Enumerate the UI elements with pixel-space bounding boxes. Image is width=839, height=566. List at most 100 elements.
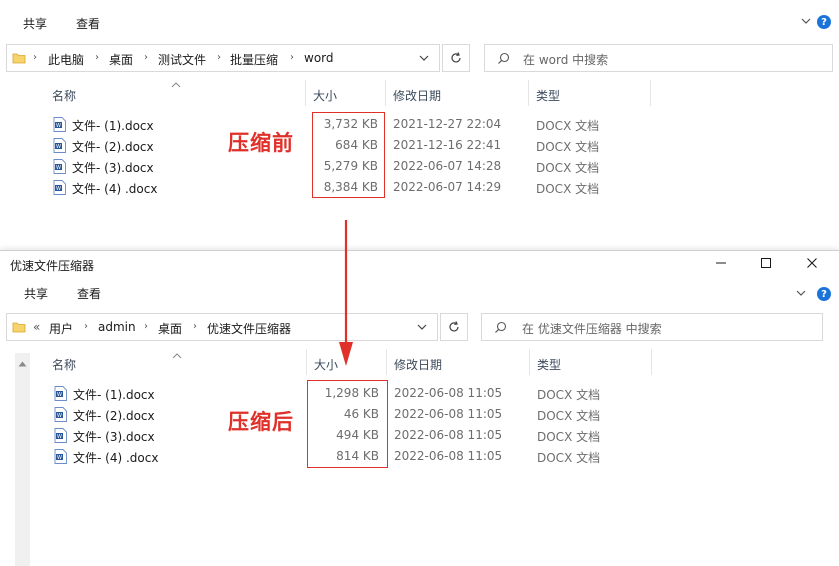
breadcrumb-compressor[interactable]: 优速文件压缩器 <box>207 320 291 337</box>
file-modified: 2021-12-16 22:41 <box>393 138 502 152</box>
refresh-icon <box>449 321 459 332</box>
file-name: 文件- (1).docx <box>72 119 154 133</box>
minimize-icon <box>716 262 726 264</box>
column-header-modified[interactable]: 修改日期 <box>393 87 441 104</box>
file-modified: 2022-06-08 11:05 <box>394 407 503 421</box>
word-document-icon: W <box>53 138 66 153</box>
svg-text:W: W <box>57 413 62 419</box>
close-button[interactable] <box>802 253 822 273</box>
svg-text:W: W <box>56 144 61 150</box>
svg-text:W: W <box>56 165 61 171</box>
file-modified: 2021-12-27 22:04 <box>393 117 502 131</box>
column-header-modified[interactable]: 修改日期 <box>394 356 442 373</box>
annotation-before: 压缩前 <box>228 131 294 155</box>
breadcrumb-users[interactable]: 用户 <box>49 320 73 337</box>
breadcrumb-word[interactable]: word <box>304 51 334 65</box>
navigation-pane-scrollbar[interactable] <box>15 353 30 566</box>
sort-ascending-icon <box>171 77 181 91</box>
file-name: 文件- (4) .docx <box>73 451 159 465</box>
address-bar[interactable]: « 用户 › admin › 桌面 › 优速文件压缩器 <box>6 313 438 341</box>
column-divider[interactable] <box>386 349 387 375</box>
window-title: 优速文件压缩器 <box>10 259 95 273</box>
refresh-button[interactable] <box>442 44 470 72</box>
ribbon-tab-share[interactable]: 共享 <box>24 285 48 302</box>
svg-text:W: W <box>57 455 62 461</box>
search-input[interactable]: 在 word 中搜索 <box>523 51 608 68</box>
breadcrumb-separator-icon: › <box>144 52 148 63</box>
breadcrumb-batch-compress[interactable]: 批量压缩 <box>230 51 278 68</box>
column-header-name[interactable]: 名称 <box>52 87 76 104</box>
column-header-size[interactable]: 大小 <box>313 87 337 104</box>
breadcrumb-separator-icon: › <box>193 321 197 332</box>
file-type: DOCX 文档 <box>537 388 601 402</box>
maximize-icon <box>761 258 771 268</box>
window-after: 优速文件压缩器 共享 查看 ? « 用户 › admin › 桌面 › 优速文件… <box>0 250 839 566</box>
file-name: 文件- (2).docx <box>73 409 155 423</box>
file-name: 文件- (3).docx <box>73 430 155 444</box>
address-bar[interactable]: › 此电脑 › 桌面 › 测试文件 › 批量压缩 › word <box>6 44 440 72</box>
file-name: 文件- (2).docx <box>72 140 154 154</box>
svg-text:W: W <box>56 123 61 129</box>
address-dropdown-icon[interactable] <box>418 52 430 67</box>
file-type: DOCX 文档 <box>537 430 601 444</box>
address-dropdown-icon[interactable] <box>416 321 428 336</box>
file-modified: 2022-06-08 11:05 <box>394 449 503 463</box>
minimize-button[interactable] <box>711 253 731 273</box>
refresh-button[interactable] <box>440 313 468 341</box>
scroll-up-icon[interactable] <box>18 356 27 370</box>
file-name: 文件- (4) .docx <box>72 182 158 196</box>
file-modified: 2022-06-08 11:05 <box>394 386 503 400</box>
file-type: DOCX 文档 <box>536 119 600 133</box>
search-box[interactable]: 在 优速文件压缩器 中搜索 <box>481 313 823 341</box>
ribbon-tab-view[interactable]: 查看 <box>77 285 101 302</box>
column-divider[interactable] <box>651 349 652 375</box>
breadcrumb-overflow[interactable]: « <box>33 320 40 334</box>
ribbon-expand-icon[interactable] <box>799 14 813 28</box>
sort-ascending-icon <box>172 348 182 362</box>
column-divider[interactable] <box>529 349 530 375</box>
breadcrumb-admin[interactable]: admin <box>98 320 136 334</box>
help-icon[interactable]: ? <box>817 15 831 29</box>
svg-text:W: W <box>57 434 62 440</box>
svg-text:W: W <box>57 392 62 398</box>
breadcrumb-separator-icon: › <box>33 52 37 63</box>
file-type: DOCX 文档 <box>537 451 601 465</box>
ribbon-tab-share[interactable]: 共享 <box>23 15 47 32</box>
breadcrumb-separator-icon: › <box>95 52 99 63</box>
word-document-icon: W <box>53 159 66 174</box>
size-highlight-box <box>312 112 385 198</box>
word-document-icon: W <box>53 117 66 132</box>
breadcrumb-separator-icon: › <box>290 52 294 63</box>
breadcrumb-desktop[interactable]: 桌面 <box>158 320 182 337</box>
word-document-icon: W <box>54 449 67 464</box>
column-divider[interactable] <box>306 349 307 375</box>
breadcrumb-test-files[interactable]: 测试文件 <box>158 51 206 68</box>
column-header-type[interactable]: 类型 <box>537 356 561 373</box>
column-divider[interactable] <box>650 80 651 106</box>
column-header-name[interactable]: 名称 <box>52 356 76 373</box>
search-box[interactable]: 在 word 中搜索 <box>484 44 833 72</box>
file-type: DOCX 文档 <box>536 140 600 154</box>
column-divider[interactable] <box>528 80 529 106</box>
close-icon <box>807 258 817 268</box>
refresh-icon <box>451 52 461 63</box>
breadcrumb-separator-icon: › <box>217 52 221 63</box>
breadcrumb-desktop[interactable]: 桌面 <box>109 51 133 68</box>
help-icon[interactable]: ? <box>817 287 831 301</box>
size-highlight-box <box>307 380 388 468</box>
column-divider[interactable] <box>305 80 306 106</box>
ribbon-tab-view[interactable]: 查看 <box>76 15 100 32</box>
column-divider[interactable] <box>385 80 386 106</box>
file-type: DOCX 文档 <box>537 409 601 423</box>
file-type: DOCX 文档 <box>536 161 600 175</box>
file-type: DOCX 文档 <box>536 182 600 196</box>
maximize-button[interactable] <box>756 253 776 273</box>
ribbon-expand-icon[interactable] <box>794 286 808 300</box>
column-header-type[interactable]: 类型 <box>536 87 560 104</box>
breadcrumb-this-pc[interactable]: 此电脑 <box>48 51 84 68</box>
file-modified: 2022-06-07 14:28 <box>393 159 502 173</box>
file-modified: 2022-06-07 14:29 <box>393 180 502 194</box>
search-input[interactable]: 在 优速文件压缩器 中搜索 <box>522 320 662 337</box>
svg-text:W: W <box>56 186 61 192</box>
file-name: 文件- (1).docx <box>73 388 155 402</box>
